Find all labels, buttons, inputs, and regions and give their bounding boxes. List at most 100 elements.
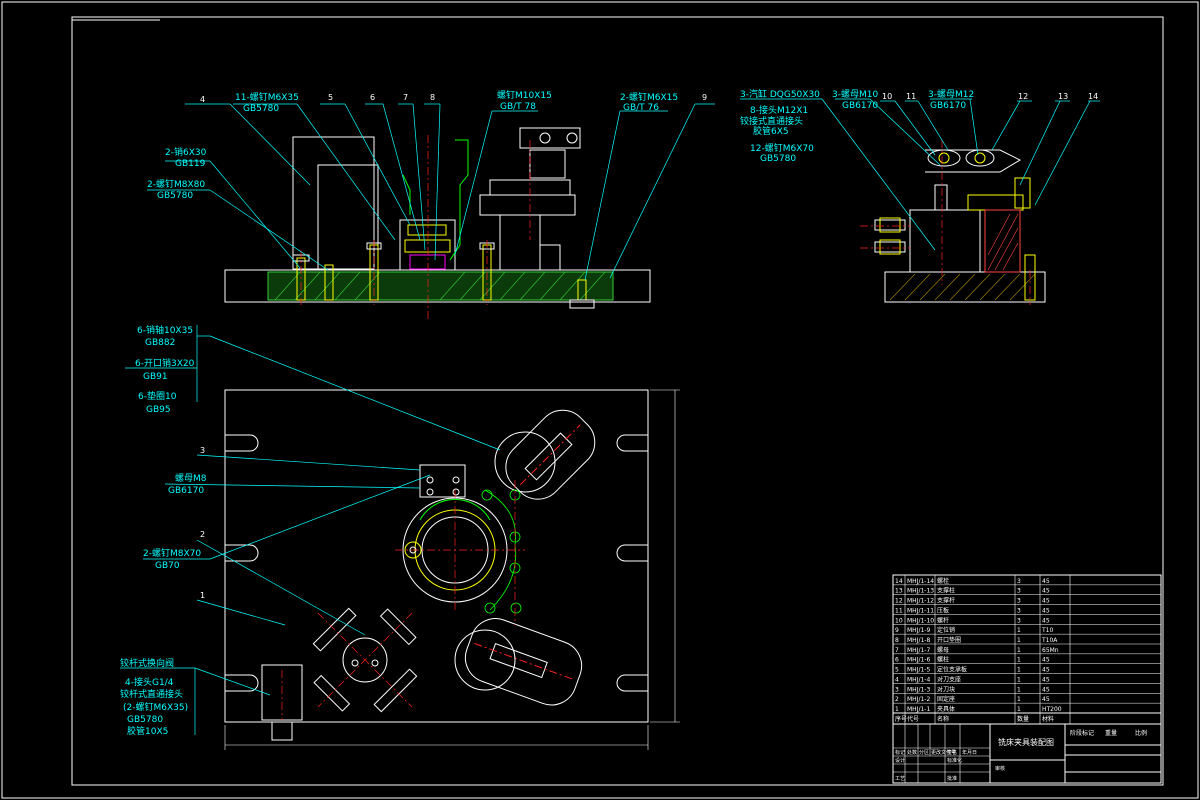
label-14: 14 [1088, 92, 1098, 101]
parts-cell-qty: 1 [1017, 667, 1021, 674]
parts-cell-name: 定位销 [937, 626, 955, 634]
label-7: 7 [403, 93, 408, 102]
parts-cell-mat: 45 [1042, 578, 1050, 585]
label-screw-m6: (2-螺钉M6X35) [123, 702, 188, 713]
parts-cell-qty: 1 [1017, 676, 1021, 683]
title-block: 14 MHJ/1-14 螺栓 3 4513 MHJ/1-13 支撑柱 3 4512 MHJ/1-1… [892, 574, 1162, 784]
parts-cell-code: MHJ/1-8 [907, 637, 930, 644]
label-11: 11 [906, 92, 916, 101]
parts-cell-code: MHJ/1-7 [907, 647, 930, 654]
side-section-view [860, 140, 1046, 305]
parts-cell-name: 螺柱 [937, 656, 949, 664]
label-hose: 胶管6X5 [753, 125, 789, 137]
parts-cell-no: 11 [895, 607, 903, 614]
label-screw-m10-std: GB/T 78 [500, 102, 536, 112]
label-plan-straight-joint: 铰杆式直通接头 [120, 688, 183, 700]
label-straight-joint: 铰接式直通接头 [740, 115, 803, 127]
parts-cell-mat: T10A [1041, 637, 1058, 644]
parts-cell-no: 1 [895, 706, 899, 713]
role-standard: 标准化 [947, 757, 962, 764]
label-2-screw: 2-螺钉M6X15 [620, 92, 678, 103]
cad-drawing-canvas: 4 11-螺钉M6X35 GB5780 5 6 7 8 螺钉M10X15 GB/… [1, 1, 1199, 799]
label-valve: 铰杆式换向阀 [120, 657, 174, 669]
label-nut-m8: 螺母M8 [175, 473, 207, 484]
label-screw12-std: GB5780 [760, 154, 796, 164]
parts-cell-code: MHJ/1-13 [907, 588, 934, 595]
label-washer: 6-垫圈10 [138, 390, 177, 402]
label-screw12: 12-螺钉M6X70 [750, 143, 814, 154]
parts-cell-qty: 1 [1017, 686, 1021, 693]
label-nut-m8-std: GB6170 [168, 486, 204, 496]
label-4: 4 [200, 95, 205, 104]
inner-frame [71, 16, 1164, 786]
plan-view-labels: 6-销轴10X35 GB882 6-开口销3X20 GB91 6-垫圈10 GB… [120, 324, 207, 737]
label-screw70: 2-螺钉M8X70 [143, 548, 201, 559]
role-design: 设计 [895, 757, 905, 764]
parts-cell-no: 8 [895, 637, 899, 644]
parts-cell-no: 13 [895, 588, 903, 595]
plan-view [224, 389, 680, 750]
label-screw-m8: 2-螺钉M8X80 [147, 179, 205, 190]
parts-cell-mat: 45 [1042, 676, 1050, 683]
parts-cell-mat: 45 [1042, 588, 1050, 595]
parts-cell-code: MHJ/1-4 [907, 676, 930, 683]
role-review: 审核 [995, 765, 1005, 772]
parts-cell-qty: 1 [1017, 627, 1021, 634]
parts-cell-name: 压板 [937, 606, 949, 614]
parts-cell-code: MHJ/1-2 [907, 696, 930, 703]
parts-cell-qty: 1 [1017, 696, 1021, 703]
side-view-labels: 3-汽缸 DQG50X30 8-接头M12X1 铰接式直通接头 胶管6X5 12… [740, 88, 1098, 164]
parts-cell-name: 支撑柱 [937, 587, 955, 595]
label-cotter: 6-开口销3X20 [135, 357, 195, 369]
parts-cell-no: 14 [895, 578, 903, 585]
parts-cell-code: MHJ/1-9 [907, 627, 930, 634]
parts-cell-no: 7 [895, 647, 899, 654]
label-10: 10 [882, 92, 892, 101]
label-2-screw-std: GB/T 76 [623, 103, 659, 113]
footer-sign: 签名 [947, 749, 957, 756]
parts-cell-name: 对刀支座 [937, 675, 961, 683]
parts-cell-code: MHJ/1-1 [907, 706, 930, 713]
title-scale: 比例 [1135, 729, 1147, 737]
parts-cell-qty: 1 [1017, 647, 1021, 654]
plan-view-leaders [120, 325, 501, 735]
parts-cell-name: 螺栓 [937, 577, 949, 585]
footer-zone: 分区 [919, 749, 929, 756]
label-pinshaft: 6-销轴10X35 [137, 324, 193, 336]
label-nut2-std: GB6170 [930, 101, 966, 111]
parts-cell-code: MHJ/1-3 [907, 686, 930, 693]
label-8: 8 [430, 93, 435, 102]
role-approve: 批准 [947, 775, 957, 782]
parts-cell-name: 螺杆 [937, 616, 949, 624]
label-nut-std: GB6170 [842, 101, 878, 111]
parts-cell-qty: 3 [1017, 588, 1021, 595]
parts-cell-name: 支撑杆 [937, 597, 955, 605]
parts-cell-code: MHJ/1-10 [907, 617, 934, 624]
parts-header-cell: 材料 [1042, 715, 1054, 723]
parts-cell-qty: 3 [1017, 598, 1021, 605]
parts-cell-no: 10 [895, 617, 903, 624]
parts-cell-mat: 45 [1042, 617, 1050, 624]
parts-cell-qty: 1 [1017, 657, 1021, 664]
label-screw70-std: GB70 [155, 561, 180, 571]
parts-cell-code: MHJ/1-12 [907, 598, 934, 605]
label-6: 6 [370, 93, 375, 102]
parts-cell-name: 定位支承板 [937, 666, 967, 674]
parts-cell-name: 夹具体 [937, 705, 955, 713]
footer-date: 年月日 [962, 749, 977, 756]
parts-cell-code: MHJ/1-11 [907, 607, 934, 614]
label-nut: 3-螺母M10 [832, 89, 878, 100]
label-screw-m8-std: GB5780 [157, 191, 193, 201]
front-section-view [224, 127, 651, 320]
label-9: 9 [702, 93, 707, 102]
parts-cell-mat: T10 [1041, 627, 1053, 634]
parts-cell-no: 4 [895, 676, 899, 683]
parts-header-cell: 名称 [937, 715, 949, 723]
parts-cell-qty: 3 [1017, 607, 1021, 614]
label-screw-m6-std: GB5780 [127, 715, 163, 725]
footer-mark: 标记 [895, 749, 905, 756]
front-view-labels: 4 11-螺钉M6X35 GB5780 5 6 7 8 螺钉M10X15 GB/… [147, 90, 707, 201]
parts-cell-name: 开口垫圈 [937, 636, 961, 644]
parts-cell-name: 固定座 [937, 695, 955, 703]
parts-cell-qty: 1 [1017, 706, 1021, 713]
